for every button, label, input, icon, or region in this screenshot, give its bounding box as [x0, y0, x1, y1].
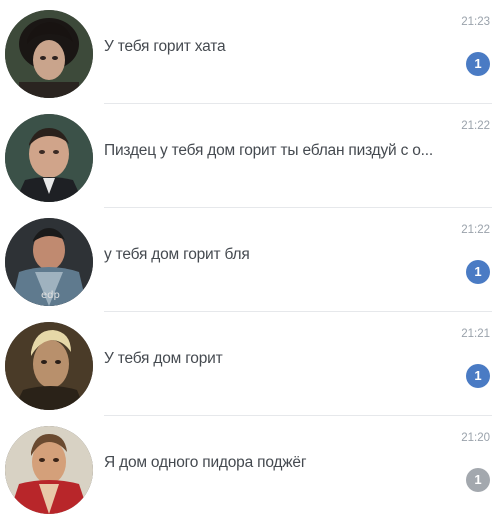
- message-time: 21:23: [461, 16, 490, 28]
- unread-badge: 1: [466, 260, 490, 284]
- unread-badge: 1: [466, 468, 490, 492]
- man-red-jacket-avatar[interactable]: [5, 426, 93, 514]
- message-time: 21:22: [461, 224, 490, 236]
- woman-dark-hair-avatar[interactable]: [5, 10, 93, 98]
- message-time: 21:21: [461, 328, 490, 340]
- chat-row[interactable]: У тебя горит хата 21:23 1: [0, 0, 498, 104]
- message-preview: У тебя дом горит: [104, 350, 223, 367]
- message-preview: У тебя горит хата: [104, 38, 226, 55]
- man-blond-avatar[interactable]: [5, 322, 93, 410]
- message-preview: Я дом одного пидора поджёг: [104, 454, 307, 471]
- message-preview: у тебя дом горит бля: [104, 246, 250, 263]
- message-time: 21:20: [461, 432, 490, 444]
- chat-row[interactable]: Я дом одного пидора поджёг 21:20 1: [0, 416, 498, 520]
- chat-row[interactable]: edp у тебя дом горит бля 21:22 1: [0, 208, 498, 312]
- unread-badge: 1: [466, 364, 490, 388]
- chat-row[interactable]: У тебя дом горит 21:21 1: [0, 312, 498, 416]
- svg-text:edp: edp: [41, 290, 60, 301]
- man-suit-avatar[interactable]: [5, 114, 93, 202]
- man-big-shirt-avatar[interactable]: edp: [5, 218, 93, 306]
- message-preview: Пиздец у тебя дом горит ты еблан пиздуй …: [104, 142, 433, 159]
- chat-list: У тебя горит хата 21:23 1 Пиздец у тебя …: [0, 0, 498, 520]
- chat-row[interactable]: Пиздец у тебя дом горит ты еблан пиздуй …: [0, 104, 498, 208]
- unread-badge: 1: [466, 52, 490, 76]
- message-time: 21:22: [461, 120, 490, 132]
